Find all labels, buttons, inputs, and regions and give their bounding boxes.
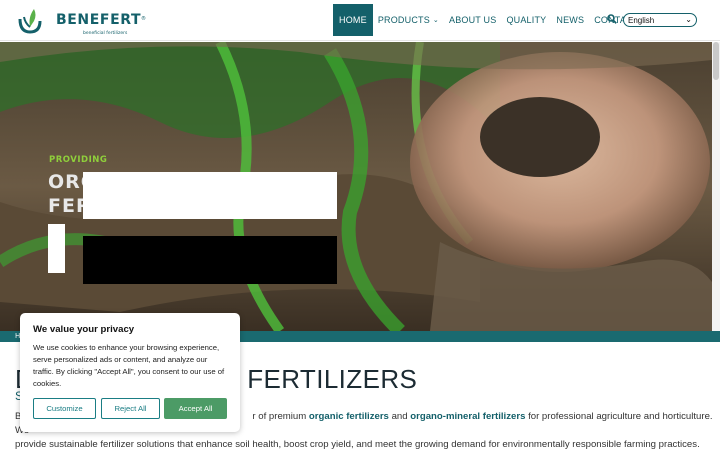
nav-quality[interactable]: QUALITY [501, 4, 551, 36]
hero-title: ORG FER [48, 170, 88, 218]
leaf-logo-icon [18, 9, 42, 34]
page-title-end: FERTILIZERS [247, 364, 418, 394]
nav-home[interactable]: HOME [333, 4, 373, 36]
intro-text: r of premium [252, 411, 309, 422]
registered-mark: ® [141, 16, 146, 22]
reject-all-button[interactable]: Reject All [101, 398, 160, 419]
cookie-consent-banner: We value your privacy We use cookies to … [20, 313, 240, 432]
hero-banner: PROVIDING ORG FER [0, 42, 712, 331]
chevron-down-icon: ⌄ [685, 15, 692, 24]
intro-line-2: provide sustainable fertilizer solutions… [15, 439, 700, 450]
language-select-value: English [628, 15, 655, 25]
scrollbar-track[interactable] [712, 42, 720, 331]
organic-fertilizers-link[interactable]: organic fertilizers [309, 411, 389, 422]
main-nav: HOME PRODUCTS ⌄ ABOUT US QUALITY NEWS CON… [333, 4, 643, 36]
search-icon[interactable] [607, 14, 617, 24]
logo-tagline: beneficial fertilizers [83, 31, 128, 36]
nav-products-label: PRODUCTS [377, 15, 430, 25]
intro-text: and [388, 411, 411, 422]
nav-about-us[interactable]: ABOUT US [444, 4, 501, 36]
nav-products[interactable]: PRODUCTS ⌄ [373, 4, 444, 36]
site-logo[interactable]: BENEFERT ® beneficial fertilizers [16, 5, 146, 37]
language-select[interactable]: English ⌄ [623, 13, 697, 27]
hero-title-line: FER [48, 195, 88, 217]
nav-news[interactable]: NEWS [551, 4, 589, 36]
scrollbar-thumb[interactable] [713, 42, 719, 80]
organo-mineral-fertilizers-link[interactable]: organo-mineral fertilizers [410, 411, 525, 422]
hero-overlay-block [83, 236, 337, 284]
cookie-description: We use cookies to enhance your browsing … [33, 343, 225, 388]
hero-overlay-panel [83, 172, 337, 219]
hero-kicker: PROVIDING [49, 155, 108, 165]
customize-button[interactable]: Customize [33, 398, 96, 419]
chevron-down-icon: ⌄ [432, 17, 439, 24]
logo-wordmark: BENEFERT [56, 12, 142, 28]
hero-title-line: ORG [48, 171, 88, 193]
hero-accent-bar [48, 224, 65, 273]
cookie-title: We value your privacy [33, 324, 135, 335]
site-header: BENEFERT ® beneficial fertilizers HOME P… [0, 0, 720, 41]
accept-all-button[interactable]: Accept All [164, 398, 227, 419]
